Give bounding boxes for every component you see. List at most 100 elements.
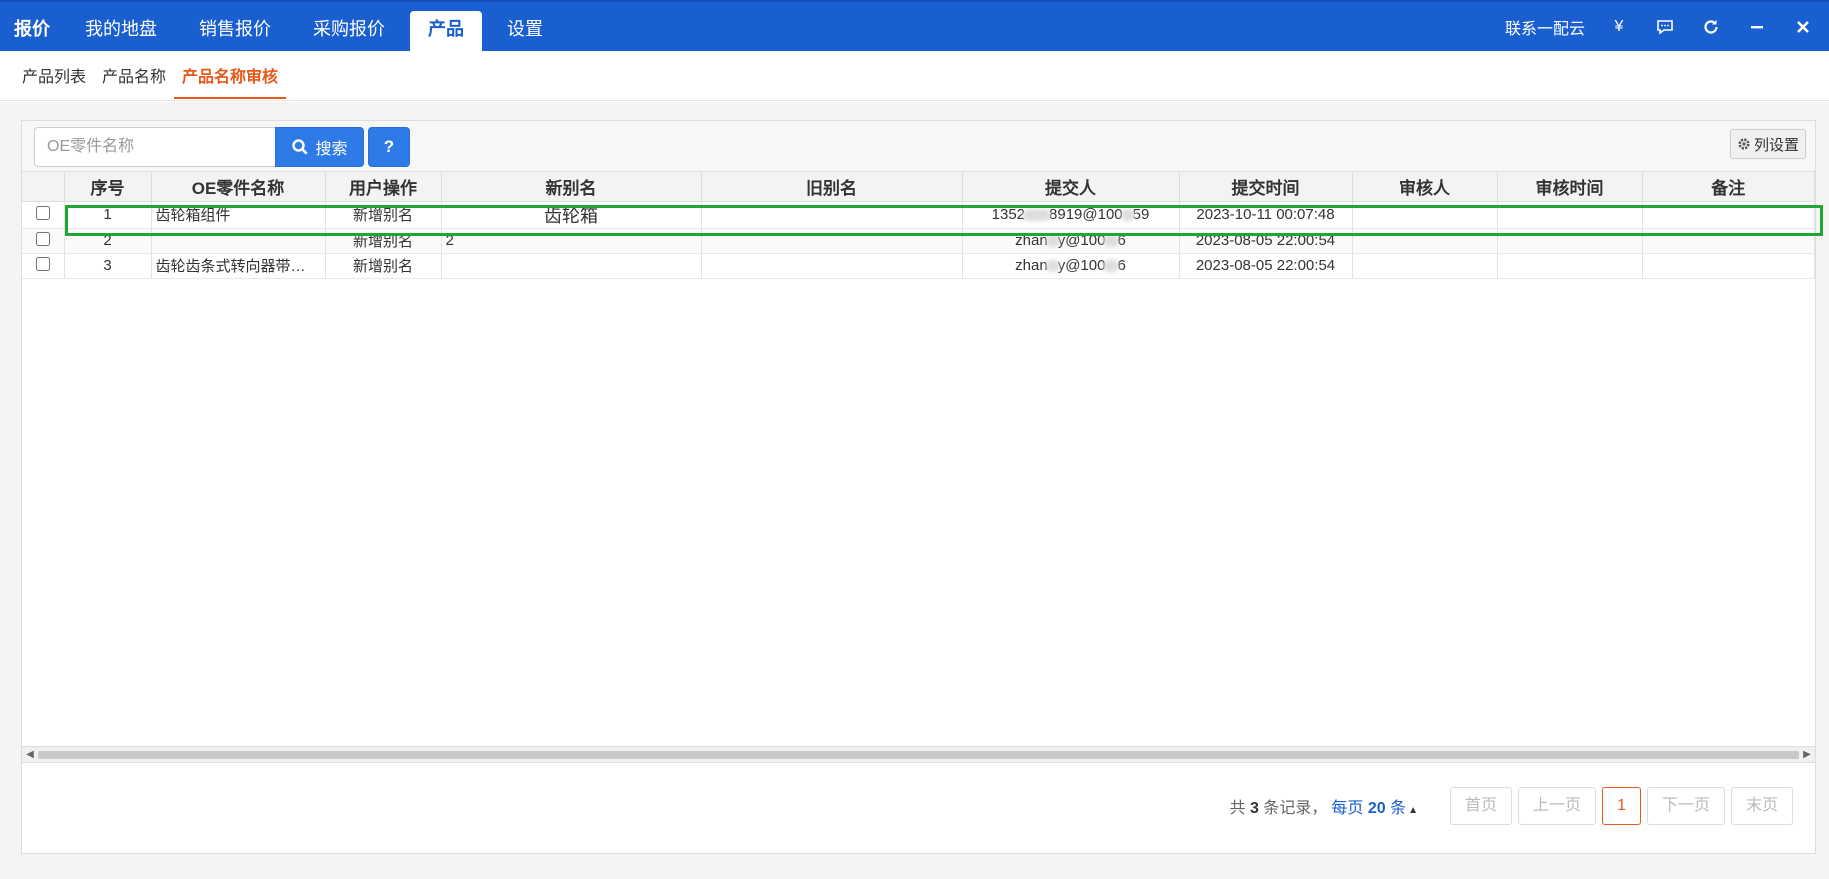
next-page-button[interactable]: 下一页	[1646, 787, 1725, 825]
prev-page-button[interactable]: 上一页	[1518, 787, 1597, 825]
caret-up-icon: ▲	[1408, 805, 1419, 816]
submitter-part: 1352	[991, 206, 1026, 223]
cell-no: 1	[64, 201, 152, 229]
help-button[interactable]: ?	[368, 127, 410, 167]
scroll-right-icon[interactable]: ▶	[1800, 747, 1814, 762]
record-count: 共 3 条记录，	[1230, 794, 1328, 818]
cell-old-alias	[701, 253, 963, 279]
toolbar: 搜索 ? 列设置	[22, 121, 1815, 172]
redaction	[1120, 209, 1135, 222]
top-bar: 报价 我的地盘 销售报价 采购报价 产品 设置 联系一配云 ¥	[0, 0, 1829, 53]
cell-user-action: 新增别名	[325, 253, 442, 279]
main-nav: 我的地盘 销售报价 采购报价 产品 设置	[64, 11, 564, 53]
review-table: 序号 OE零件名称 用户操作 新别名 旧别名 提交人 提交时间 审核人 审核时间…	[22, 172, 1815, 279]
row-checkbox[interactable]	[35, 256, 50, 271]
sub-tabs: 产品列表 产品名称 产品名称审核	[14, 51, 287, 101]
search-button[interactable]: 搜索	[275, 127, 364, 167]
tab-product-name-review[interactable]: 产品名称审核	[174, 51, 287, 99]
current-page-button[interactable]: 1	[1602, 787, 1641, 825]
cell-oe-name: 齿轮箱组件	[151, 201, 326, 229]
header-review-time[interactable]: 审核时间	[1497, 172, 1643, 202]
column-settings-button[interactable]: 列设置	[1729, 129, 1806, 159]
horizontal-scrollbar[interactable]: ◀ ▶	[22, 746, 1815, 763]
per-page-suffix: 条	[1390, 800, 1407, 817]
row-checkbox[interactable]	[35, 205, 50, 220]
minimize-icon[interactable]	[1745, 15, 1769, 39]
cell-user-action: 新增别名	[325, 201, 442, 229]
gear-icon	[1738, 138, 1750, 150]
first-page-button[interactable]: 首页	[1450, 787, 1513, 825]
nav-settings[interactable]: 设置	[486, 11, 564, 53]
cell-note	[1642, 201, 1815, 229]
row-select	[22, 228, 65, 254]
chat-icon[interactable]	[1653, 15, 1677, 39]
cell-new-alias: 齿轮箱	[441, 201, 702, 229]
close-icon[interactable]	[1791, 15, 1815, 39]
table-row[interactable]: 3 齿轮齿条式转向器带… 新增别名 zhan y@100 6 2023-08-05 …	[22, 253, 1815, 279]
submitter-part: zhan	[1015, 232, 1048, 249]
content-area: 搜索 ? 列设置 序号 OE零件名称 用户操作 新别名 旧别名 提交人	[0, 102, 1829, 879]
app-brand: 报价	[14, 19, 50, 39]
total-prefix: 共	[1229, 800, 1246, 817]
contact-link[interactable]: 联系一配云	[1505, 15, 1585, 39]
cell-submitter: zhan y@100 6	[962, 253, 1180, 279]
cell-submit-time: 2023-10-11 00:07:48	[1179, 201, 1353, 229]
row-select	[22, 201, 65, 229]
header-oe-name[interactable]: OE零件名称	[151, 172, 326, 202]
row-checkbox[interactable]	[35, 231, 50, 246]
submitter-part: 59	[1132, 206, 1150, 223]
tab-product-name[interactable]: 产品名称	[94, 51, 174, 99]
scroll-left-icon[interactable]: ◀	[23, 747, 37, 762]
cell-submitter: 1352 8919@100 59	[962, 201, 1180, 229]
search-button-label: 搜索	[315, 141, 348, 158]
cell-reviewer	[1352, 201, 1498, 229]
cell-oe-name	[151, 228, 326, 254]
header-new-alias[interactable]: 新别名	[441, 172, 702, 202]
cell-new-alias: 2	[441, 228, 702, 254]
search-input[interactable]	[34, 127, 275, 167]
last-page-button[interactable]: 末页	[1730, 787, 1793, 825]
submitter-part: y@100	[1057, 257, 1106, 274]
header-reviewer[interactable]: 审核人	[1352, 172, 1498, 202]
per-page-selector[interactable]: 每页 20 条 ▲	[1331, 794, 1418, 818]
cell-note	[1642, 228, 1815, 254]
redaction	[1023, 209, 1052, 222]
cell-submit-time: 2023-08-05 22:00:54	[1179, 228, 1353, 254]
redaction	[1103, 235, 1120, 248]
per-page-prefix: 每页	[1331, 800, 1364, 817]
search-icon	[292, 139, 309, 155]
nav-sales-quote[interactable]: 销售报价	[178, 11, 292, 53]
cell-review-time	[1497, 228, 1643, 254]
header-user-action[interactable]: 用户操作	[325, 172, 442, 202]
nav-purchase-quote[interactable]: 采购报价	[292, 11, 406, 53]
review-panel: 搜索 ? 列设置 序号 OE零件名称 用户操作 新别名 旧别名 提交人	[21, 120, 1816, 854]
cell-oe-name: 齿轮齿条式转向器带…	[151, 253, 326, 279]
scrollbar-thumb[interactable]	[38, 751, 1799, 759]
header-submit-time[interactable]: 提交时间	[1179, 172, 1353, 202]
column-settings-label: 列设置	[1753, 136, 1799, 154]
refresh-icon[interactable]	[1699, 15, 1723, 39]
cell-no: 3	[64, 253, 152, 279]
redaction	[1045, 260, 1060, 273]
per-page-value: 20	[1367, 800, 1386, 817]
cell-submit-time: 2023-08-05 22:00:54	[1179, 253, 1353, 279]
cell-old-alias	[701, 201, 963, 229]
table-row[interactable]: 1 齿轮箱组件 新增别名 齿轮箱 1352 8919@100 59 2023-10-…	[22, 201, 1815, 229]
header-submitter[interactable]: 提交人	[962, 172, 1180, 202]
currency-icon[interactable]: ¥	[1607, 15, 1631, 39]
cell-review-time	[1497, 253, 1643, 279]
redaction	[1045, 235, 1060, 248]
nav-my-territory[interactable]: 我的地盘	[64, 11, 178, 53]
nav-product[interactable]: 产品	[410, 11, 482, 53]
total-count: 3	[1250, 800, 1259, 817]
table-row[interactable]: 2 新增别名 2 zhan y@100 6 2023-08-05 22:00:54	[22, 228, 1815, 254]
header-no[interactable]: 序号	[64, 172, 152, 202]
total-suffix: 条记录，	[1263, 800, 1328, 817]
header-old-alias[interactable]: 旧别名	[701, 172, 963, 202]
cell-no: 2	[64, 228, 152, 254]
header-select	[22, 172, 65, 202]
submitter-part: 8919@100	[1049, 206, 1123, 223]
cell-new-alias	[441, 253, 702, 279]
tab-product-list[interactable]: 产品列表	[14, 51, 94, 99]
header-note[interactable]: 备注	[1642, 172, 1815, 202]
